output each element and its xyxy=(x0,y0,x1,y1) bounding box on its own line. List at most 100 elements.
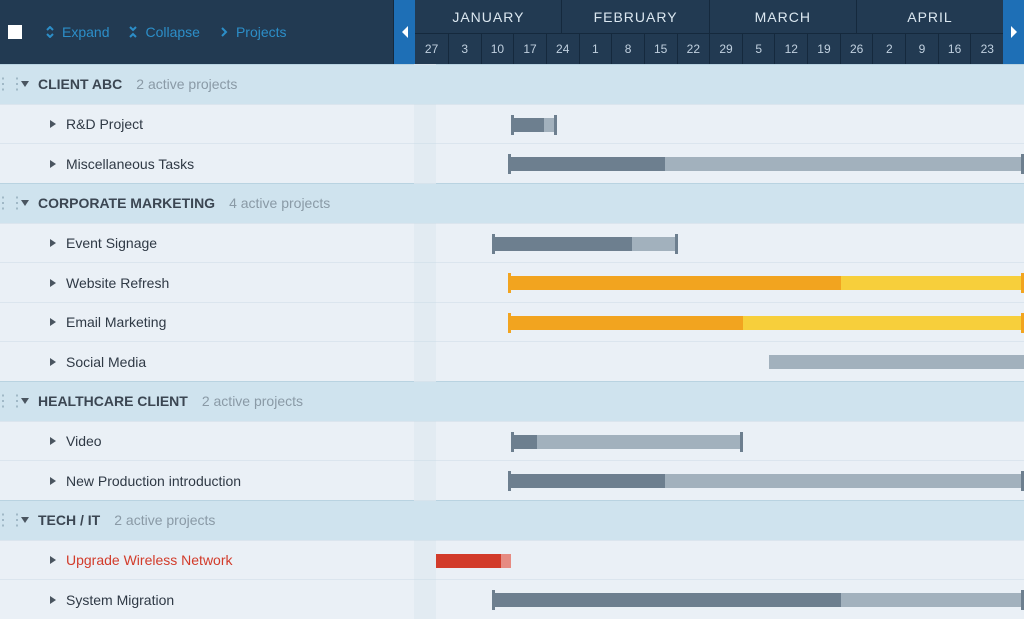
projects-label: Projects xyxy=(236,24,287,40)
gantt-row xyxy=(436,460,1024,500)
caret-right-icon[interactable] xyxy=(46,436,60,446)
gantt-canvas xyxy=(436,64,1024,619)
date-label: 15 xyxy=(644,34,677,64)
caret-down-icon[interactable] xyxy=(18,79,32,89)
task-name: Upgrade Wireless Network xyxy=(66,552,233,568)
group-subtitle: 2 active projects xyxy=(202,393,303,409)
drag-handle-icon[interactable]: ⋮⋮ xyxy=(0,74,18,94)
scroll-right-button[interactable] xyxy=(1003,0,1024,64)
gantt-bar-segment xyxy=(508,157,665,171)
caret-right-icon[interactable] xyxy=(46,278,60,288)
task-name: System Migration xyxy=(66,592,174,608)
date-row: 273101724181522295121926291623 xyxy=(415,34,1003,64)
group-name: CLIENT ABC xyxy=(38,76,122,92)
task-name: R&D Project xyxy=(66,116,143,132)
task-row[interactable]: Event Signage xyxy=(0,223,414,263)
date-label: 2 xyxy=(872,34,905,64)
task-name: Event Signage xyxy=(66,235,157,251)
gantt-bar-segment xyxy=(841,593,1024,607)
gantt-bar-segment xyxy=(544,118,557,132)
gantt-bar-segment xyxy=(508,474,665,488)
caret-right-icon[interactable] xyxy=(46,476,60,486)
group-subtitle: 2 active projects xyxy=(136,76,237,92)
gantt-bar[interactable] xyxy=(436,554,511,568)
task-name: Miscellaneous Tasks xyxy=(66,156,194,172)
caret-right-icon[interactable] xyxy=(46,119,60,129)
gantt-bar[interactable] xyxy=(511,435,743,449)
gantt-bar-segment xyxy=(492,237,632,251)
expand-all-button[interactable]: Expand xyxy=(44,24,109,40)
date-label: 17 xyxy=(513,34,546,64)
month-label: MARCH xyxy=(709,0,856,33)
gantt-bar[interactable] xyxy=(508,316,1024,330)
task-row[interactable]: Video xyxy=(0,421,414,461)
toolbar: Expand Collapse Projects xyxy=(0,0,394,64)
date-label: 8 xyxy=(611,34,644,64)
date-label: 24 xyxy=(546,34,579,64)
date-label: 27 xyxy=(415,34,448,64)
caret-right-icon[interactable] xyxy=(46,595,60,605)
gantt-row xyxy=(436,302,1024,342)
group-row[interactable]: ⋮⋮HEALTHCARE CLIENT2 active projects xyxy=(0,381,414,421)
group-row[interactable]: ⋮⋮ CLIENT ABC 2 active projects xyxy=(0,64,414,104)
gantt-row xyxy=(436,579,1024,619)
gantt-bar[interactable] xyxy=(492,237,678,251)
gantt-row xyxy=(436,143,1024,183)
caret-down-icon[interactable] xyxy=(18,396,32,406)
collapse-all-button[interactable]: Collapse xyxy=(127,24,199,40)
task-row[interactable]: Website Refresh xyxy=(0,262,414,302)
caret-right-icon[interactable] xyxy=(46,555,60,565)
task-row[interactable]: New Production introduction xyxy=(0,460,414,500)
task-row[interactable]: Social Media xyxy=(0,341,414,381)
date-label: 3 xyxy=(448,34,481,64)
group-name: CORPORATE MARKETING xyxy=(38,195,215,211)
task-row[interactable]: Email Marketing xyxy=(0,302,414,342)
caret-down-icon[interactable] xyxy=(18,198,32,208)
caret-right-icon[interactable] xyxy=(46,159,60,169)
gutter xyxy=(414,64,436,619)
task-row[interactable]: R&D Project xyxy=(0,104,414,144)
group-row[interactable]: ⋮⋮TECH / IT2 active projects xyxy=(0,500,414,540)
task-row[interactable]: Miscellaneous Tasks xyxy=(0,143,414,183)
gantt-bar-segment xyxy=(511,118,544,132)
drag-handle-icon[interactable]: ⋮⋮ xyxy=(0,193,18,213)
gantt-bar-segment xyxy=(665,474,1024,488)
gantt-bar[interactable] xyxy=(508,474,1024,488)
gantt-row xyxy=(436,223,1024,263)
date-label: 29 xyxy=(709,34,742,64)
gantt-bar[interactable] xyxy=(508,157,1024,171)
expand-icon xyxy=(44,26,56,38)
gantt-bar[interactable] xyxy=(511,118,557,132)
task-row[interactable]: System Migration xyxy=(0,579,414,619)
gantt-row xyxy=(436,262,1024,302)
task-row[interactable]: Upgrade Wireless Network xyxy=(0,540,414,580)
caret-down-icon[interactable] xyxy=(18,515,32,525)
date-label: 12 xyxy=(774,34,807,64)
drag-handle-icon[interactable]: ⋮⋮ xyxy=(0,510,18,530)
select-all-checkbox[interactable] xyxy=(8,25,22,39)
gantt-row xyxy=(436,64,1024,104)
collapse-label: Collapse xyxy=(145,24,199,40)
gantt-bar-segment xyxy=(508,276,841,290)
caret-right-icon[interactable] xyxy=(46,357,60,367)
gantt-bar-segment xyxy=(492,593,842,607)
gantt-bar-segment xyxy=(841,276,1024,290)
drag-handle-icon[interactable]: ⋮⋮ xyxy=(0,391,18,411)
gantt-bar[interactable] xyxy=(769,355,1024,369)
gantt-bar-segment xyxy=(632,237,678,251)
task-name: Email Marketing xyxy=(66,314,166,330)
triangle-left-icon xyxy=(400,26,410,38)
month-label: JANUARY xyxy=(415,0,561,33)
caret-right-icon[interactable] xyxy=(46,238,60,248)
date-label: 9 xyxy=(905,34,938,64)
gantt-row xyxy=(436,540,1024,580)
gantt-bar[interactable] xyxy=(492,593,1024,607)
group-row[interactable]: ⋮⋮CORPORATE MARKETING4 active projects xyxy=(0,183,414,223)
projects-link[interactable]: Projects xyxy=(218,24,287,40)
scroll-left-button[interactable] xyxy=(394,0,415,64)
gantt-bar[interactable] xyxy=(508,276,1024,290)
caret-right-icon[interactable] xyxy=(46,317,60,327)
date-label: 1 xyxy=(579,34,612,64)
timeline-header: Expand Collapse Projects JANUARYFEBRUARY… xyxy=(0,0,1024,64)
date-label: 19 xyxy=(807,34,840,64)
